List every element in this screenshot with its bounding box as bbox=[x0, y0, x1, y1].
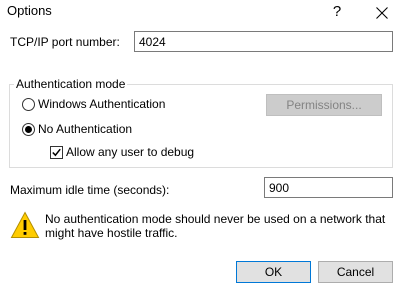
warning-icon bbox=[10, 211, 40, 238]
close-button[interactable] bbox=[365, 0, 397, 26]
warning-message: No authentication mode should never be u… bbox=[45, 212, 386, 240]
help-button[interactable]: ? bbox=[322, 0, 352, 26]
windows-auth-radio[interactable] bbox=[22, 98, 35, 111]
allow-debug-label[interactable]: Allow any user to debug bbox=[66, 145, 194, 159]
authentication-mode-label: Authentication mode bbox=[16, 77, 126, 91]
cancel-button[interactable]: Cancel bbox=[318, 261, 393, 283]
close-icon bbox=[376, 7, 388, 19]
no-auth-radio[interactable] bbox=[22, 123, 35, 136]
port-label: TCP/IP port number: bbox=[10, 35, 120, 49]
permissions-button[interactable]: Permissions... bbox=[266, 94, 382, 116]
no-auth-label[interactable]: No Authentication bbox=[38, 122, 132, 136]
ok-button[interactable]: OK bbox=[236, 261, 311, 283]
title-bar: Options ? bbox=[0, 0, 400, 26]
port-input[interactable] bbox=[134, 31, 393, 52]
idle-time-label: Maximum idle time (seconds): bbox=[10, 183, 170, 197]
radio-selected-dot bbox=[25, 126, 32, 133]
idle-time-input[interactable] bbox=[264, 177, 393, 198]
checkmark-icon bbox=[52, 148, 61, 157]
allow-debug-checkbox[interactable] bbox=[50, 146, 63, 159]
window-title: Options bbox=[7, 3, 52, 18]
windows-auth-label[interactable]: Windows Authentication bbox=[38, 97, 165, 111]
